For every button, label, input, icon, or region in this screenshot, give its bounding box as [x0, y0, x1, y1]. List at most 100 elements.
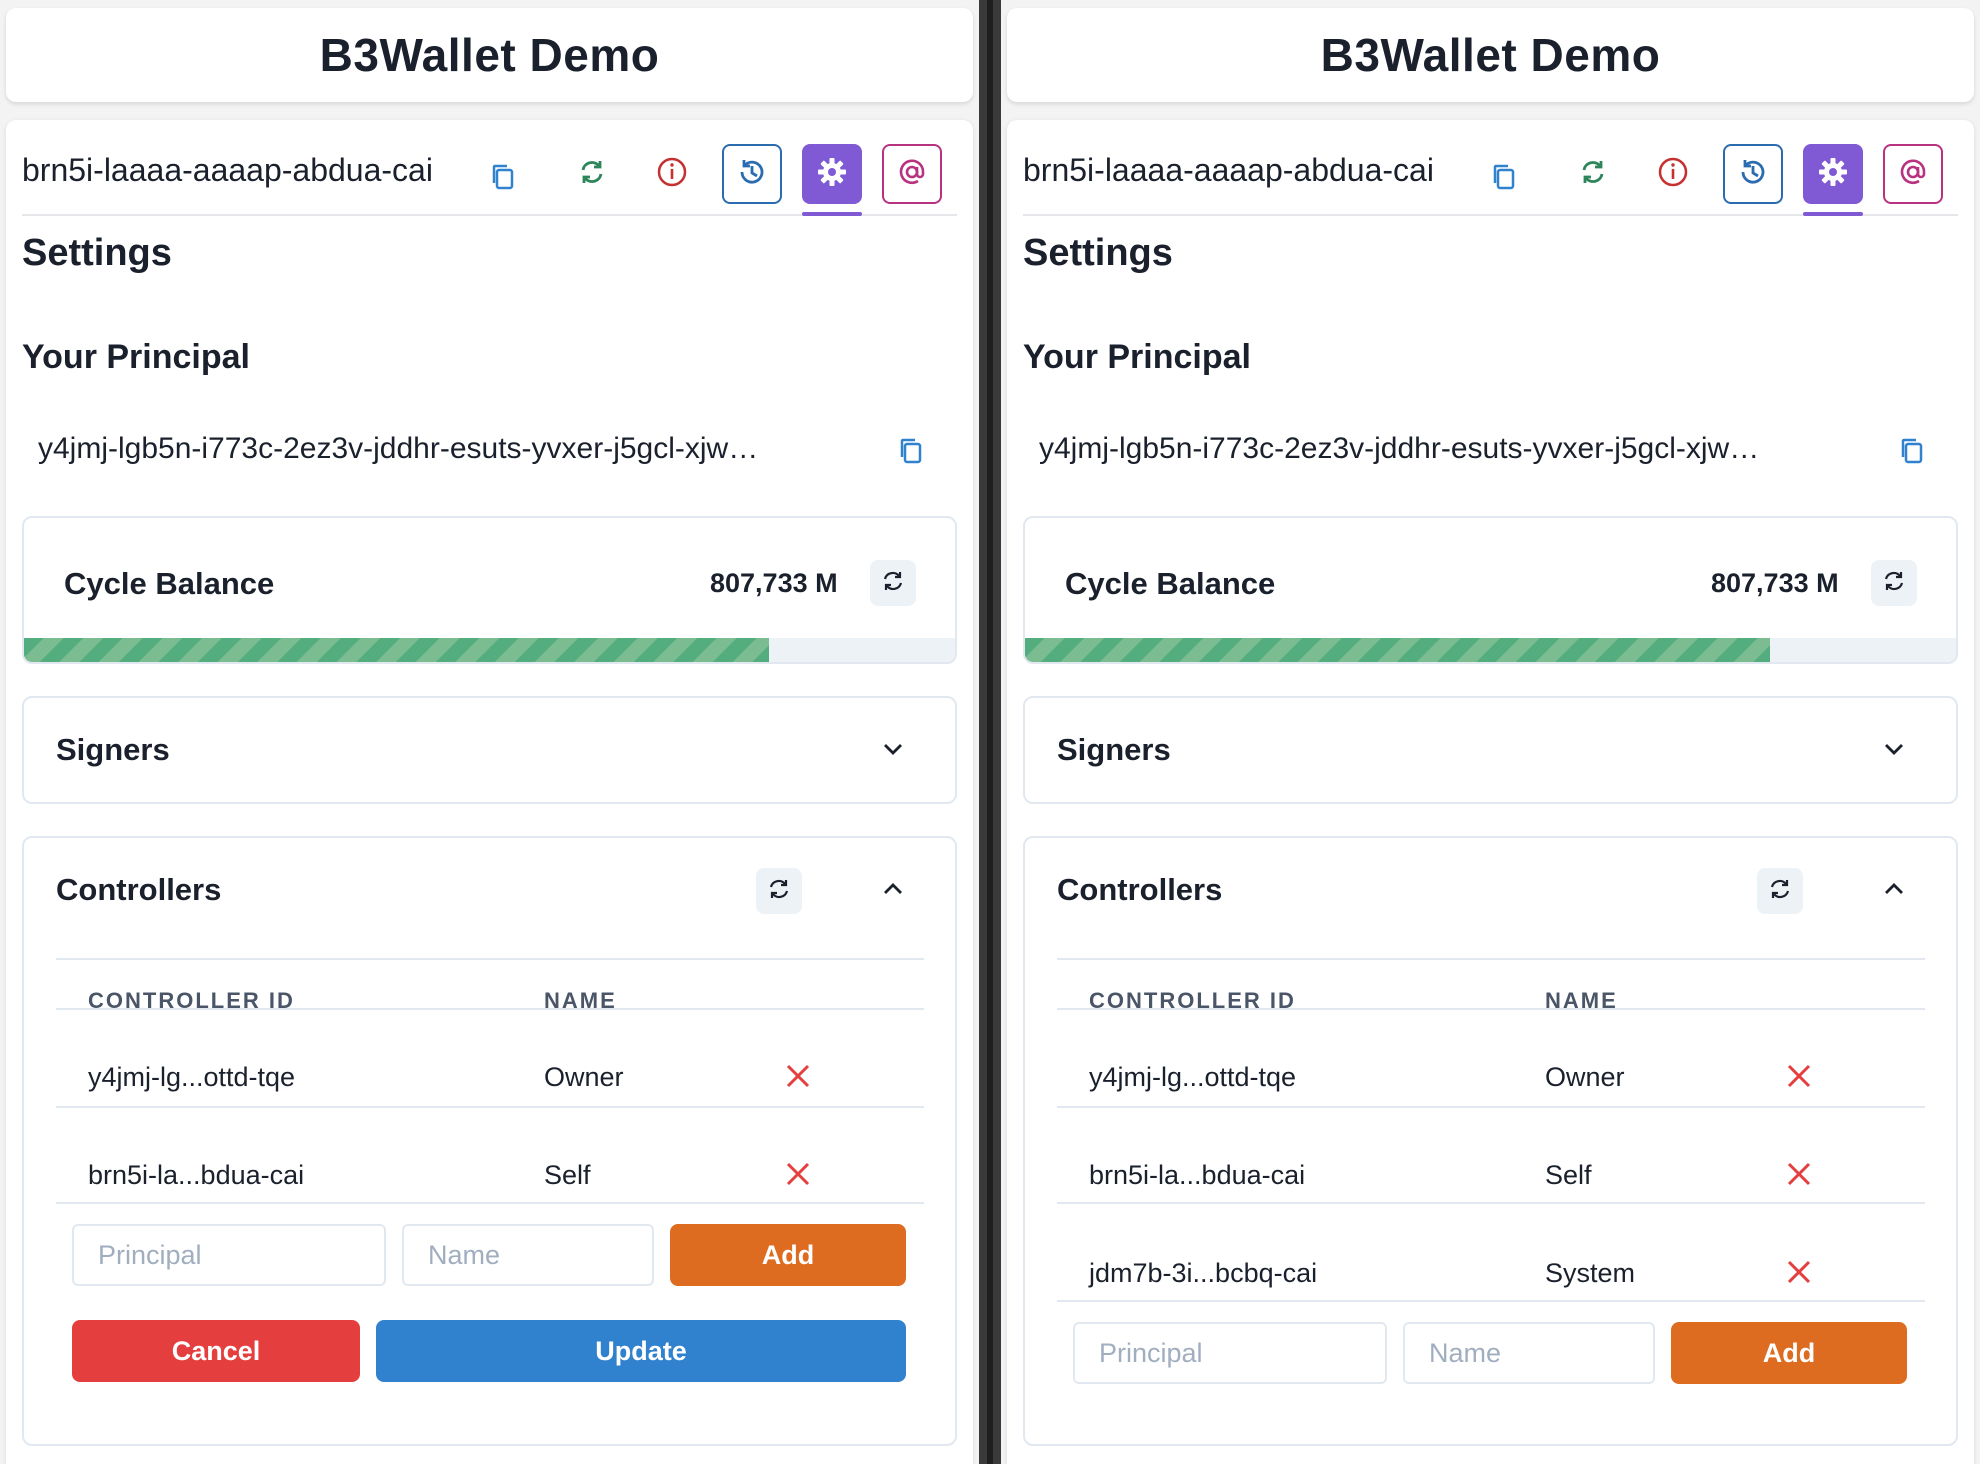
controllers-title: Controllers — [56, 872, 222, 907]
controller-name-cell: Self — [544, 1160, 591, 1190]
name-input[interactable] — [1403, 1322, 1655, 1384]
copy-icon[interactable] — [1489, 162, 1519, 192]
cycle-balance-title: Cycle Balance — [64, 566, 275, 601]
at-icon — [896, 156, 928, 193]
copy-icon[interactable] — [1897, 436, 1927, 466]
settings-heading: Settings — [22, 232, 172, 274]
settings-button[interactable] — [802, 144, 862, 204]
top-toolbar: brn5i-laaaa-aaaap-abdua-cai — [1023, 134, 1958, 216]
history-button[interactable] — [1723, 144, 1783, 204]
principal-heading: Your Principal — [1023, 338, 1251, 376]
refresh-icon — [767, 877, 791, 906]
at-icon — [1897, 156, 1929, 193]
gear-icon — [1817, 156, 1849, 193]
active-tab-indicator — [802, 212, 862, 216]
name-input[interactable] — [402, 1224, 654, 1286]
add-controller-button[interactable]: Add — [670, 1224, 906, 1286]
mention-button[interactable] — [882, 144, 942, 204]
principal-heading: Your Principal — [22, 338, 250, 376]
close-icon — [1785, 1160, 1813, 1193]
row-divider — [56, 1106, 924, 1108]
history-icon — [1737, 156, 1769, 193]
right-window: B3Wallet Demo brn5i-laaaa-aaaap-abdua-ca… — [1001, 0, 1980, 1464]
mention-button[interactable] — [1883, 144, 1943, 204]
history-button[interactable] — [722, 144, 782, 204]
signers-card[interactable]: Signers — [22, 696, 957, 804]
close-icon — [1785, 1062, 1813, 1095]
copy-icon[interactable] — [488, 162, 518, 192]
controllers-card: Controllers CONTROLLER ID NAME y4jmj-lg.… — [22, 836, 957, 1446]
cycle-progress-fill — [24, 638, 769, 662]
expand-signers-button[interactable] — [1871, 728, 1917, 774]
history-icon — [736, 156, 768, 193]
signers-title: Signers — [1057, 732, 1171, 767]
column-header-controller-id: CONTROLLER ID — [88, 988, 295, 1013]
column-header-controller-id: CONTROLLER ID — [1089, 988, 1296, 1013]
expand-signers-button[interactable] — [870, 728, 916, 774]
info-icon — [1657, 156, 1689, 193]
add-controller-button[interactable]: Add — [1671, 1322, 1907, 1384]
controller-name-cell: System — [1545, 1258, 1636, 1288]
chevron-down-icon — [882, 742, 904, 761]
controller-id-cell: y4jmj-lg...ottd-tqe — [1089, 1062, 1297, 1092]
controllers-card: Controllers CONTROLLER ID NAME y4jmj-lg.… — [1023, 836, 1958, 1446]
canister-id: brn5i-laaaa-aaaap-abdua-cai — [1023, 152, 1434, 188]
header-divider — [56, 1008, 924, 1010]
refresh-controllers-button[interactable] — [1757, 868, 1803, 914]
remove-controller-button[interactable] — [1781, 1060, 1817, 1096]
controller-name-cell: Owner — [544, 1062, 624, 1092]
controller-name-cell: Owner — [1545, 1062, 1625, 1092]
controller-id-cell: jdm7b-3i...bcbq-cai — [1089, 1258, 1318, 1288]
cycle-balance-title: Cycle Balance — [1065, 566, 1276, 601]
signers-card[interactable]: Signers — [1023, 696, 1958, 804]
remove-controller-button[interactable] — [780, 1158, 816, 1194]
header-divider — [1057, 1008, 1925, 1010]
close-icon — [1785, 1258, 1813, 1291]
remove-controller-button[interactable] — [780, 1060, 816, 1096]
refresh-balance-button[interactable] — [1871, 560, 1917, 606]
controller-id-cell: brn5i-la...bdua-cai — [88, 1160, 305, 1190]
close-icon — [784, 1062, 812, 1095]
cycle-progress-bar — [1025, 638, 1956, 662]
remove-controller-button[interactable] — [1781, 1256, 1817, 1292]
chevron-up-icon — [1883, 882, 1905, 901]
info-button[interactable] — [1643, 144, 1703, 204]
refresh-button[interactable] — [562, 144, 622, 204]
principal-value: y4jmj-lgb5n-i773c-2ez3v-jddhr-esuts-yvxe… — [38, 432, 759, 465]
controller-name-cell: Self — [1545, 1160, 1592, 1190]
row-divider — [1057, 1202, 1925, 1204]
left-window: B3Wallet Demo brn5i-laaaa-aaaap-abdua-ca… — [0, 0, 979, 1464]
copy-icon[interactable] — [896, 436, 926, 466]
app-title: B3Wallet Demo — [319, 29, 660, 81]
refresh-controllers-button[interactable] — [756, 868, 802, 914]
update-button[interactable]: Update — [376, 1320, 906, 1382]
row-divider — [56, 1202, 924, 1204]
main-card: brn5i-laaaa-aaaap-abdua-cai Settings You… — [6, 120, 973, 1464]
refresh-icon — [577, 157, 607, 192]
row-divider — [1057, 1106, 1925, 1108]
column-header-name: NAME — [544, 988, 617, 1013]
refresh-balance-button[interactable] — [870, 560, 916, 606]
principal-input[interactable] — [72, 1224, 386, 1286]
settings-button[interactable] — [1803, 144, 1863, 204]
cancel-button[interactable]: Cancel — [72, 1320, 360, 1382]
info-button[interactable] — [642, 144, 702, 204]
main-card: brn5i-laaaa-aaaap-abdua-cai Settings You… — [1007, 120, 1974, 1464]
chevron-down-icon — [1883, 742, 1905, 761]
principal-input[interactable] — [1073, 1322, 1387, 1384]
column-header-name: NAME — [1545, 988, 1618, 1013]
app-title: B3Wallet Demo — [1320, 29, 1661, 81]
refresh-button[interactable] — [1563, 144, 1623, 204]
collapse-controllers-button[interactable] — [870, 868, 916, 914]
cycle-progress-bar — [24, 638, 955, 662]
principal-value: y4jmj-lgb5n-i773c-2ez3v-jddhr-esuts-yvxe… — [1039, 432, 1760, 465]
cycle-balance-value: 807,733 M — [1711, 568, 1839, 598]
refresh-icon — [1882, 569, 1906, 598]
collapse-controllers-button[interactable] — [1871, 868, 1917, 914]
app-header: B3Wallet Demo — [6, 8, 973, 102]
close-icon — [784, 1160, 812, 1193]
row-divider — [1057, 1300, 1925, 1302]
window-divider — [979, 0, 1001, 1464]
canister-id: brn5i-laaaa-aaaap-abdua-cai — [22, 152, 433, 188]
remove-controller-button[interactable] — [1781, 1158, 1817, 1194]
